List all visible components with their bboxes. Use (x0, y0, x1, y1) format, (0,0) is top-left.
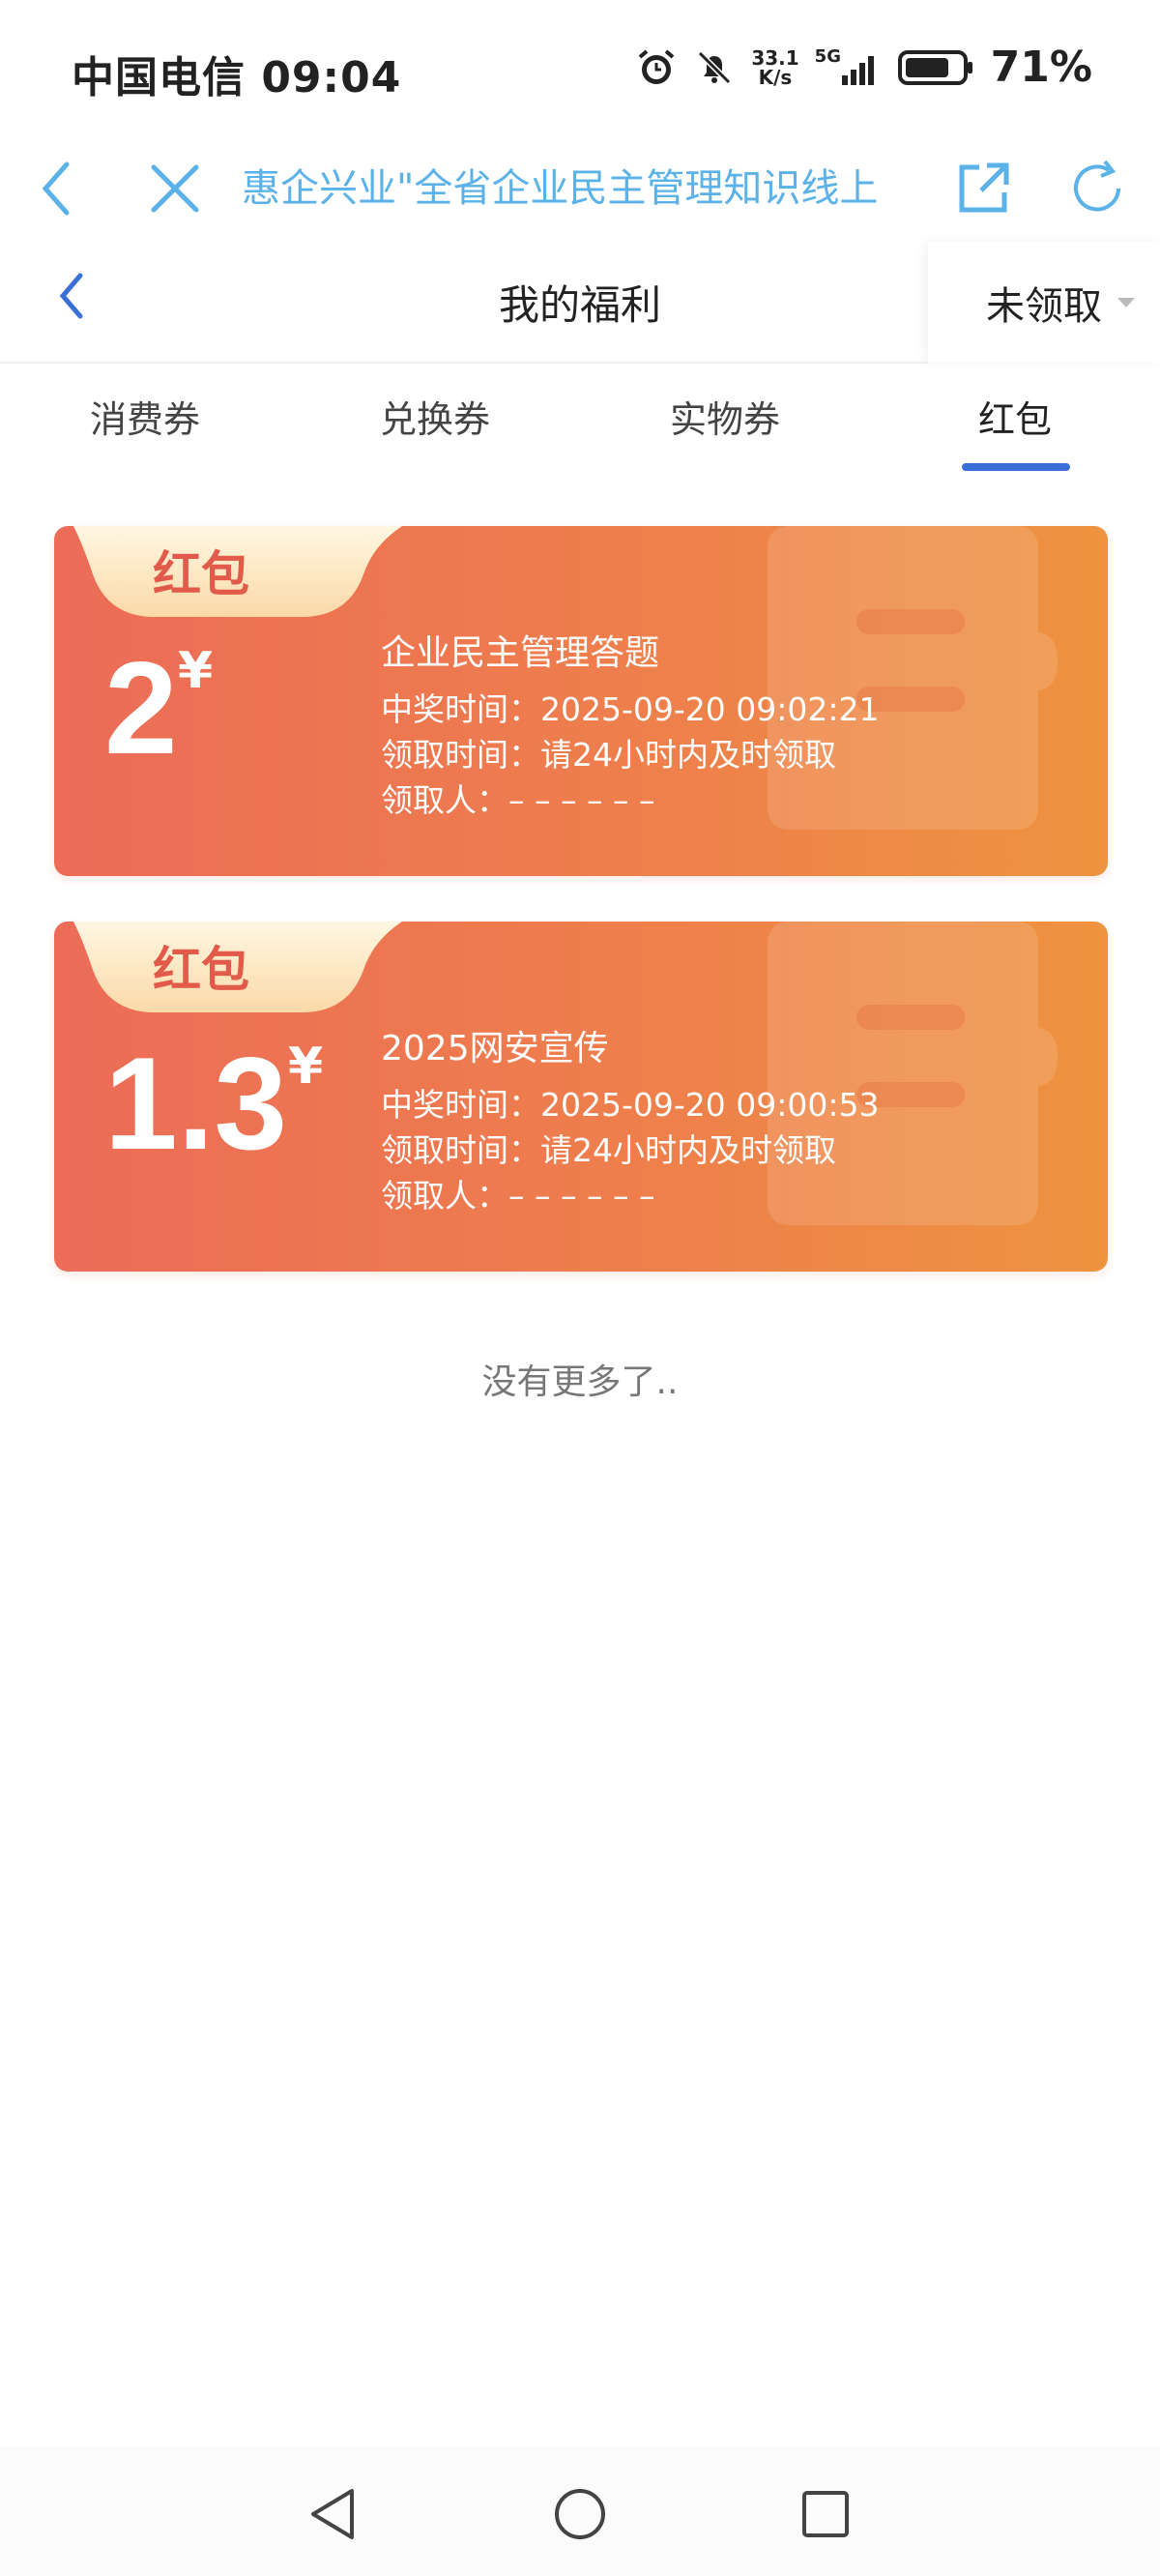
share-button[interactable] (947, 153, 1019, 224)
red-packet-card[interactable]: 红包 1.3 ¥ 2025网安宣传 中奖时间：2025-09-20 09:00:… (54, 922, 1108, 1272)
webview-toolbar: 惠企兴业"全省企业民主管理知识线上 (0, 135, 1160, 242)
activity-name: 2025网安宣传 (381, 1029, 609, 1068)
card-tag-label: 红包 (153, 546, 249, 602)
card-tag-label: 红包 (153, 942, 249, 998)
net-speed-value: 33.1 (751, 45, 799, 70)
active-tab-indicator (962, 463, 1070, 471)
close-icon (151, 164, 199, 213)
win-time: 中奖时间：2025-09-20 09:02:21 (381, 690, 880, 728)
red-packet-card[interactable]: 红包 2 ¥ 企业民主管理答题 中奖时间：2025-09-20 09:02:21… (54, 526, 1108, 876)
refresh-button[interactable] (1061, 153, 1133, 224)
web-close-button[interactable] (139, 153, 211, 224)
currency-symbol: ¥ (178, 642, 214, 700)
net-speed-unit: K/s (758, 65, 793, 89)
card-info: 企业民主管理答题 中奖时间：2025-09-20 09:02:21 领取时间：请… (381, 630, 879, 823)
currency-symbol: ¥ (288, 1038, 324, 1096)
tab-physical-coupons[interactable]: 实物券 (580, 390, 870, 443)
claim-time: 领取时间：请24小时内及时领取 (381, 736, 836, 774)
status-icons: 33.1 K/s 5G 71% (635, 43, 1092, 92)
claimer: 领取人：– – – – – – (381, 1177, 655, 1215)
nav-recents-button[interactable] (787, 2475, 864, 2553)
claim-time: 领取时间：请24小时内及时领取 (381, 1131, 836, 1169)
tab-red-packets[interactable]: 红包 (870, 390, 1160, 443)
refresh-icon (1074, 160, 1120, 212)
chevron-down-icon (1117, 297, 1135, 307)
card-info: 2025网安宣传 中奖时间：2025-09-20 09:00:53 领取时间：请… (381, 1026, 879, 1218)
status-bar: 中国电信 09:04 33.1 K/s 5G 71% (0, 0, 1160, 135)
circle-home-icon (555, 2489, 605, 2539)
end-of-list-text: 没有更多了.. (481, 1362, 679, 1402)
alarm-icon (635, 46, 678, 89)
battery-icon (897, 46, 975, 89)
page-header: 我的福利 未领取 (0, 242, 1160, 364)
square-recents-icon (802, 2491, 849, 2537)
share-icon (959, 162, 1009, 213)
tab-bar: 消费券 兑换券 实物券 红包 (0, 363, 1160, 479)
card-amount: 1.3 (104, 1030, 288, 1177)
filter-label: 未领取 (986, 283, 1102, 329)
status-filter-dropdown[interactable]: 未领取 (928, 242, 1160, 363)
net-speed: 33.1 K/s (751, 48, 798, 87)
card-amount: 2 (104, 634, 178, 781)
mute-bell-icon (693, 46, 736, 89)
web-back-button[interactable] (21, 153, 93, 224)
win-time: 中奖时间：2025-09-20 09:00:53 (381, 1086, 880, 1124)
nav-home-button[interactable] (541, 2475, 619, 2553)
web-page-title: 惠企兴业"全省企业民主管理知识线上 (242, 166, 879, 211)
triangle-back-icon (311, 2489, 354, 2539)
system-navigation-bar (0, 2446, 1160, 2576)
carrier-time: 中国电信 09:04 (72, 53, 402, 102)
tab-consumption-coupons[interactable]: 消费券 (0, 390, 290, 443)
activity-name: 企业民主管理答题 (381, 633, 660, 673)
back-icon (42, 161, 70, 216)
claimer: 领取人：– – – – – – (381, 781, 655, 819)
battery-percent: 71% (990, 43, 1092, 92)
tab-exchange-coupons[interactable]: 兑换券 (290, 390, 580, 443)
nav-back-button[interactable] (294, 2475, 371, 2553)
signal-icon: 5G (815, 46, 883, 89)
